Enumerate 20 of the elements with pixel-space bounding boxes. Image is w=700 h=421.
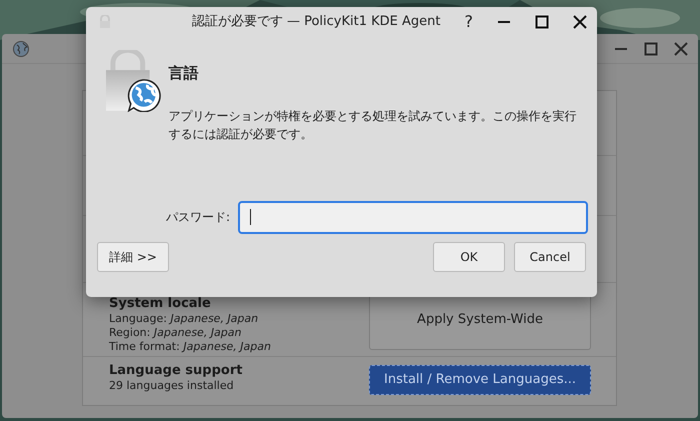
password-label: パスワード: [166, 209, 230, 226]
setting-text: Language: Japanese, Japan [109, 312, 260, 326]
setting-text: Region: Japanese, Japan [109, 326, 242, 340]
globe-icon [12, 40, 30, 58]
ok-button[interactable]: OK [433, 242, 505, 272]
window-title: 認証が必要です — PolicyKit1 KDE Agent [192, 13, 440, 32]
lock-globe-icon [105, 50, 161, 112]
help-button[interactable]: ? [464, 10, 473, 34]
setting-text: Time format: Japanese, Japan [109, 340, 272, 354]
cancel-button[interactable]: Cancel [514, 242, 586, 272]
password-field[interactable] [238, 200, 588, 234]
section-title: System locale [109, 296, 212, 312]
dialog-heading: 言語 [168, 63, 200, 84]
dialog-message: アプリケーションが特権を必要とする処理を試みています。この操作を実行するには認証が必要です。 [168, 108, 578, 142]
close-icon[interactable] [573, 15, 587, 29]
setting-text: 29 languages installed [109, 378, 235, 393]
install-button[interactable]: Install / Remove Languages... [369, 365, 591, 395]
section-title: Language support [109, 363, 244, 379]
details-button[interactable]: 詳細 >> [97, 242, 169, 272]
maximize-icon[interactable] [535, 15, 549, 29]
